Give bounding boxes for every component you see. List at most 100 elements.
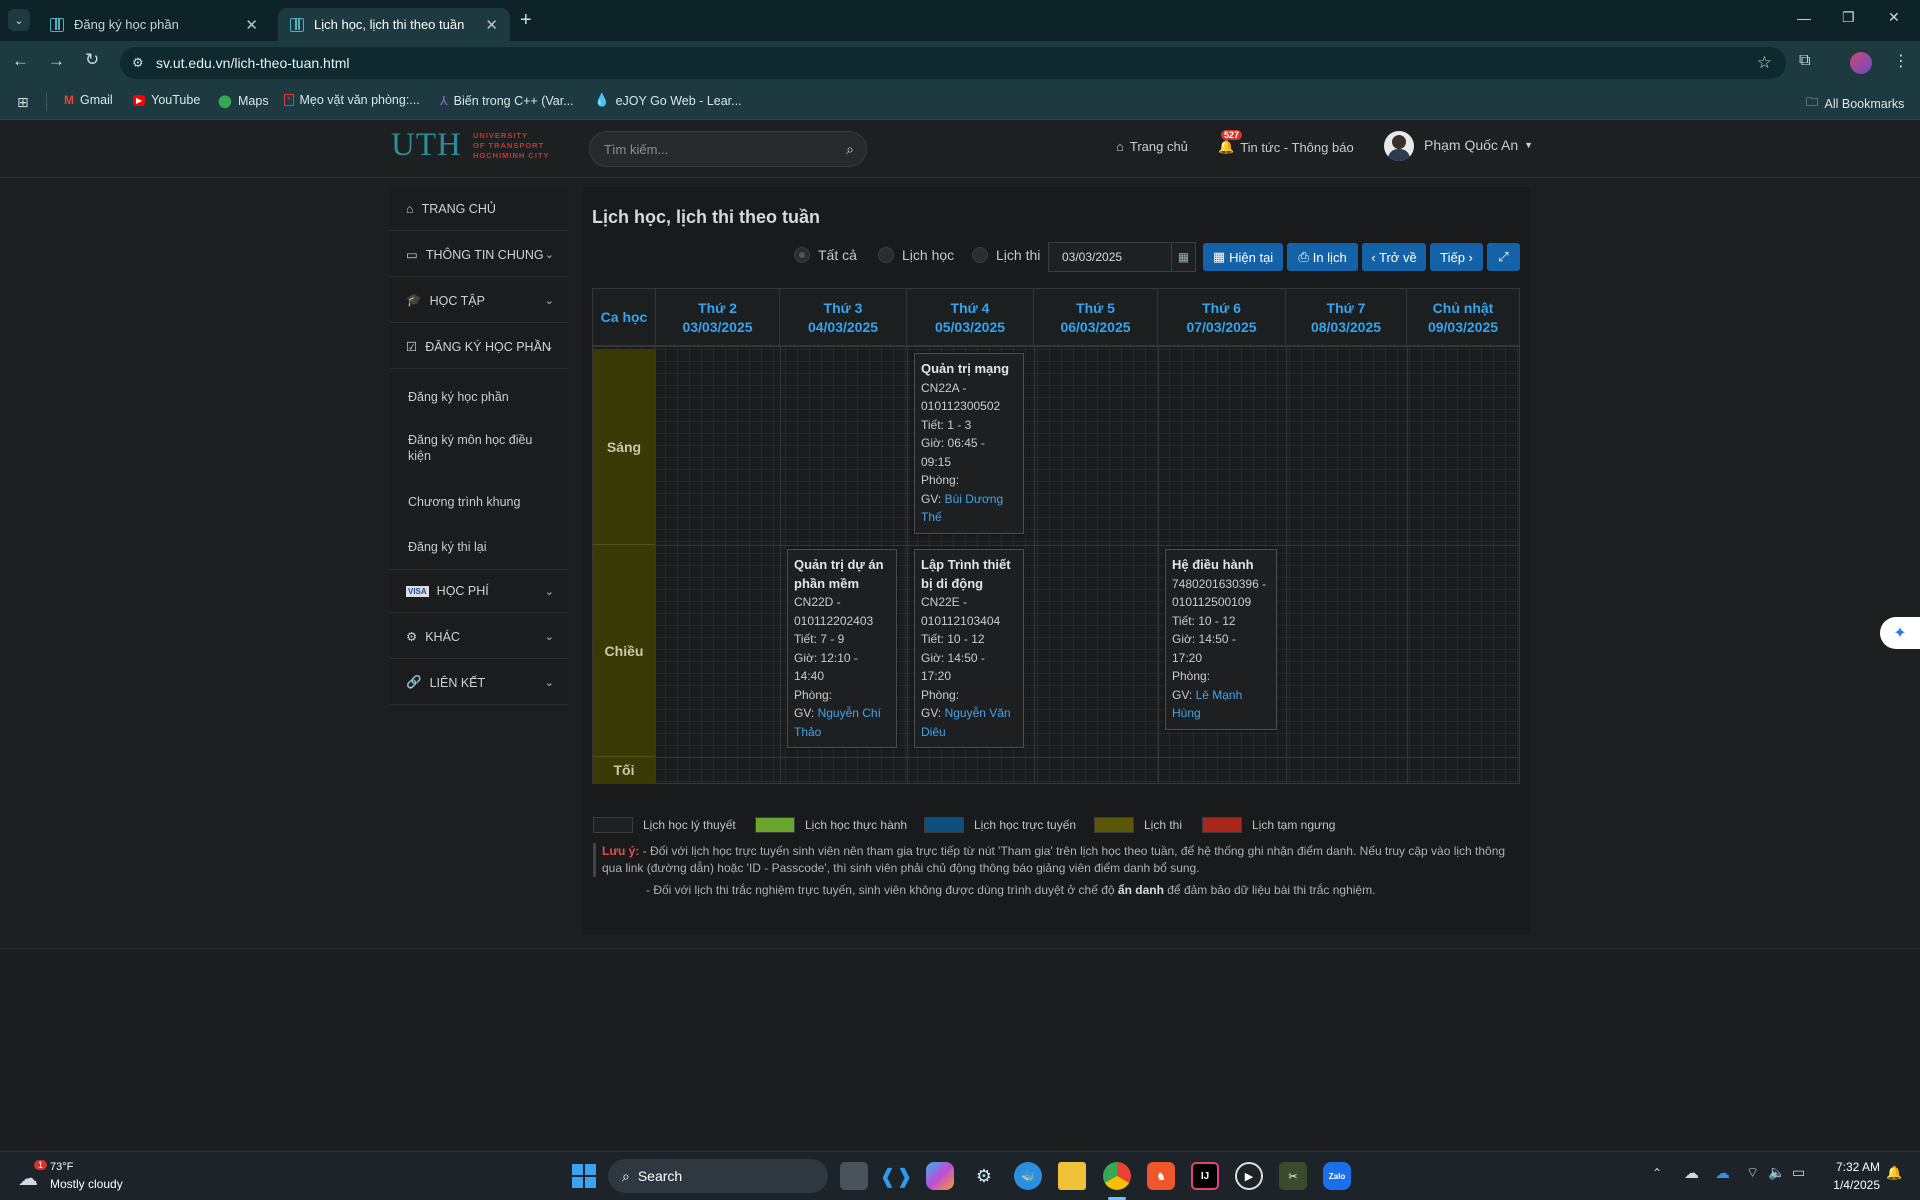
search-icon[interactable]: ⌕ [846, 141, 854, 158]
onedrive-sync-icon[interactable]: ☁ [1715, 1164, 1730, 1182]
sidebar-item-hoc-tap[interactable]: 🎓 HỌC TẬP ⌄ [390, 279, 568, 323]
snipping-tool-icon[interactable]: ✂ [1279, 1162, 1307, 1190]
lecturer-link[interactable]: Lê Mạnh [1196, 688, 1243, 702]
notification-bell-icon[interactable]: 🔔 [1886, 1165, 1902, 1181]
tab-lich-hoc[interactable]: Lịch học, lịch thi theo tuần ✕ [278, 8, 510, 41]
onedrive-icon[interactable]: ☁ [1684, 1164, 1699, 1182]
sidebar-sub-dang-ky-mon-dieu-kien[interactable]: Đăng ký môn học điều kiện [408, 432, 558, 464]
bookmark-ejoy[interactable]: 💧 eJOY Go Web - Lear... [594, 93, 742, 108]
menu-icon[interactable]: ⋮ [1893, 51, 1909, 71]
steam-icon[interactable]: ⚙ [970, 1162, 998, 1190]
clock-date[interactable]: 1/4/2025 [1824, 1178, 1880, 1192]
sidebar-sub-dang-ky-hoc-phan[interactable]: Đăng ký học phần [408, 389, 558, 405]
nav-home[interactable]: ⌂ Trang chủ [1116, 139, 1188, 154]
date-input[interactable]: 03/03/2025 ▦ [1048, 242, 1196, 272]
filter-all-radio[interactable]: Tất cả [794, 247, 857, 263]
close-window-button[interactable]: ✕ [1888, 9, 1900, 26]
sidebar-item-lien-ket[interactable]: 🔗 LIÊN KẾT ⌄ [390, 661, 568, 705]
class-time: 14:40 [794, 669, 825, 683]
reload-icon[interactable]: ↻ [85, 50, 99, 70]
new-tab-button[interactable]: + [520, 9, 532, 32]
task-view-icon[interactable] [840, 1162, 868, 1190]
clock-time[interactable]: 7:32 AM [1828, 1160, 1880, 1174]
bookmark-gmail[interactable]: M Gmail [64, 93, 113, 107]
day-name: Thứ 4 [950, 300, 990, 316]
uth-logo[interactable]: UTH UNIVERSITY OF TRANSPORT HOCHIMINH CI… [391, 127, 571, 163]
zalo-icon[interactable]: Zalo [1323, 1162, 1351, 1190]
copilot-icon[interactable] [926, 1162, 954, 1190]
shift-header: Ca học [593, 289, 656, 347]
back-week-button[interactable]: ‹ Trở về [1362, 243, 1426, 271]
taskbar-search[interactable]: ⌕ Search [608, 1159, 828, 1193]
address-bar[interactable]: ⚙ sv.ut.edu.vn/lich-theo-tuan.html ☆ [120, 47, 1786, 79]
all-bookmarks[interactable]: 🗀 All Bookmarks [1806, 93, 1904, 114]
bookmark-star-icon[interactable]: ☆ [1757, 53, 1772, 73]
site-info-icon[interactable]: ⚙ [132, 55, 144, 71]
lecturer-link[interactable]: Hùng [1172, 704, 1270, 723]
restore-button[interactable]: ❐ [1842, 9, 1855, 26]
class-card[interactable]: Hệ điều hành 7480201630396 - 01011250010… [1165, 549, 1277, 730]
user-menu[interactable]: Phạm Quốc An ▼ [1424, 137, 1533, 153]
lecturer-link[interactable]: Bùi Dương [945, 492, 1004, 506]
user-avatar[interactable] [1384, 131, 1414, 161]
day-date: 03/03/2025 [682, 319, 753, 335]
schedule-grid: Ca học Thứ 2 03/03/2025 Thứ 3 04/03/2025 T… [592, 288, 1520, 784]
sidebar-item-hoc-phi[interactable]: VISA HỌC PHÍ ⌄ [390, 569, 568, 613]
back-icon[interactable]: ← [12, 51, 29, 71]
lecturer-link[interactable]: Nguyễn Chí [818, 706, 881, 720]
intellij-icon[interactable]: IJ [1191, 1162, 1219, 1190]
tab-dang-ky-hoc-phan[interactable]: Đăng ký học phần ✕ [38, 8, 270, 41]
brave-icon[interactable]: ♞ [1147, 1162, 1175, 1190]
chrome-icon[interactable] [1103, 1162, 1131, 1190]
nav-news[interactable]: 🔔 527 Tin tức - Thông báo [1218, 130, 1354, 155]
sidebar-item-khac[interactable]: ⚙ KHÁC ⌄ [390, 615, 568, 659]
profile-avatar[interactable] [1850, 52, 1872, 74]
class-card[interactable]: Lập Trình thiết bị di động CN22E - 01011… [914, 549, 1024, 748]
sidebar-item-dang-ky-hoc-phan[interactable]: ☑ ĐĂNG KÝ HỌC PHẦN ⌄ [390, 325, 568, 369]
print-button[interactable]: ⎙ In lịch [1287, 243, 1358, 271]
tab-close-icon[interactable]: ✕ [485, 16, 498, 34]
bookmark-bien-cpp[interactable]: ⅄ Biến trong C++ (Var... [440, 93, 574, 109]
minimize-button[interactable]: — [1797, 10, 1811, 26]
day-header: Thứ 3 04/03/2025 [780, 289, 907, 347]
class-card[interactable]: Quản trị mạng CN22A - 010112300502 Tiết:… [914, 353, 1024, 534]
start-button[interactable] [572, 1164, 596, 1188]
sidebar-sub-chuong-trinh-khung[interactable]: Chương trình khung [408, 494, 558, 510]
file-explorer-icon[interactable] [1058, 1162, 1086, 1190]
lecturer-link[interactable]: Nguyễn Văn [945, 706, 1011, 720]
filter-lich-hoc-radio[interactable]: Lịch học [878, 247, 954, 263]
forward-icon[interactable]: → [48, 51, 65, 71]
wifi-icon[interactable]: ⌔ [1746, 1164, 1759, 1182]
extensions-icon[interactable]: ⧉ [1799, 52, 1810, 70]
search-input[interactable]: Tìm kiếm... ⌕ [589, 131, 867, 167]
tab-close-icon[interactable]: ✕ [245, 16, 258, 34]
next-week-button[interactable]: Tiếp › [1430, 243, 1483, 271]
chevron-down-icon: ⌄ [544, 677, 554, 689]
filter-lich-thi-radio[interactable]: Lịch thi [972, 247, 1040, 263]
sidebar-item-trang-chu[interactable]: ⌂ TRANG CHỦ [390, 187, 568, 231]
bookmark-meo-vat[interactable]: * Mẹo vặt văn phòng:... [284, 93, 420, 107]
lecturer-link[interactable]: Thảo [794, 723, 890, 742]
volume-icon[interactable]: 🔈 [1768, 1164, 1785, 1181]
vscode-icon[interactable]: ❰❱ [879, 1162, 913, 1190]
show-hidden-icons[interactable]: ⌃ [1652, 1166, 1662, 1180]
class-card[interactable]: Quản trị dự án phần mềm CN22D - 01011220… [787, 549, 897, 748]
battery-icon[interactable]: ▭ [1792, 1164, 1805, 1181]
current-week-button[interactable]: ▦ Hiện tại [1203, 243, 1283, 271]
calendar-icon[interactable]: ▦ [1171, 243, 1195, 271]
shift-chieu: Chiều [593, 545, 655, 757]
bookmark-youtube[interactable]: ▶ YouTube [133, 93, 200, 107]
weather-widget[interactable]: ☁ 1 73°F Mostly cloudy [16, 1160, 156, 1194]
lecturer-link[interactable]: Diêu [921, 723, 1017, 742]
bookmark-maps[interactable]: ⬤ Maps [218, 93, 269, 109]
assistant-sparkle-icon[interactable]: ✦ [1880, 617, 1920, 649]
apps-grid-icon[interactable]: ⊞ [17, 94, 29, 111]
messenger-icon[interactable]: 🐳 [1014, 1162, 1042, 1190]
sidebar-item-thong-tin-chung[interactable]: ▭ THÔNG TIN CHUNG ⌄ [390, 233, 568, 277]
lecturer-link[interactable]: Thế [921, 508, 1017, 527]
fullscreen-button[interactable]: ⤢ [1487, 243, 1520, 271]
tab-search-button[interactable]: ⌄ [8, 9, 30, 31]
gear-icon: ⚙ [406, 630, 418, 644]
sidebar-sub-dang-ky-thi-lai[interactable]: Đăng ký thi lại [408, 539, 558, 555]
media-player-icon[interactable]: ▶ [1235, 1162, 1263, 1190]
